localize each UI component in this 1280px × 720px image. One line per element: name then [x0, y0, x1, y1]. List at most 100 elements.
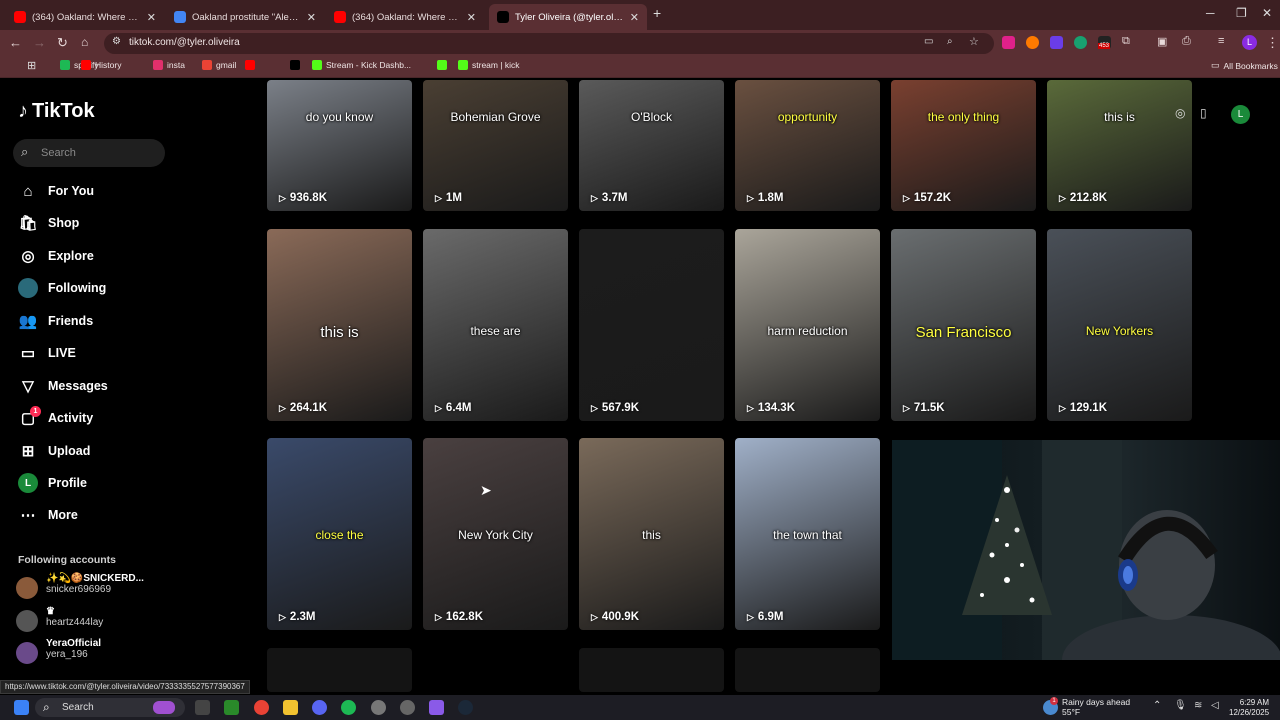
video-tile-partial[interactable] — [579, 648, 724, 692]
steam-icon[interactable] — [458, 700, 473, 715]
address-bar[interactable]: ⚙ tiktok.com/@tyler.oliveira ▭ ⌕ ☆ — [104, 33, 994, 54]
bookmark-item[interactable] — [245, 60, 255, 70]
browser-tab[interactable]: (364) Oakland: Where Every Cri ✕ — [326, 4, 484, 30]
discord-icon[interactable] — [312, 700, 327, 715]
user-avatar[interactable]: L — [1231, 105, 1250, 124]
bookmark-item[interactable]: gmail — [202, 60, 236, 70]
video-tile[interactable]: this is ▷ 212.8K — [1047, 80, 1192, 211]
chrome-icon[interactable] — [254, 700, 269, 715]
browser-tab[interactable]: Oakland prostitute "Alexis" - Go ✕ — [166, 4, 324, 30]
video-tile[interactable]: ▷ 567.9K — [579, 229, 724, 421]
compass-float-icon[interactable]: ◎ — [1175, 106, 1185, 120]
nav-item-profile[interactable]: L Profile — [18, 471, 87, 495]
video-tile[interactable]: opportunity ▷ 1.8M — [735, 80, 880, 211]
taskbar-search[interactable]: ⌕ Search — [35, 698, 185, 717]
nav-item-following[interactable]: Following — [18, 276, 106, 300]
zoom-icon[interactable]: ⌕ — [947, 36, 953, 47]
tiktok-logo[interactable]: ♪ TikTok — [18, 100, 95, 123]
browser-tab[interactable]: Tyler Oliveira (@tyler.oliveira) | ✕ — [489, 4, 647, 30]
bookmark-star-icon[interactable]: ☆ — [969, 35, 979, 48]
video-tile[interactable]: the only thing ▷ 157.2K — [891, 80, 1036, 211]
taskbar-clock[interactable]: 6:29 AM 12/26/2025 — [1229, 698, 1269, 718]
screenshot-icon[interactable]: ⎙ — [1182, 35, 1191, 48]
nav-item-activity[interactable]: ▢ 1 Activity — [18, 406, 93, 430]
spotify-icon[interactable] — [341, 700, 356, 715]
extension-icon[interactable] — [1074, 36, 1087, 49]
search-input[interactable]: ⌕ Search — [13, 139, 165, 167]
reading-list-icon[interactable]: ▣ — [1157, 35, 1167, 48]
nav-item-upload[interactable]: ⊞ Upload — [18, 439, 91, 463]
video-tile-partial[interactable] — [267, 648, 412, 692]
following-account[interactable]: ✨💫🍪SNICKERD... snicker696969 — [16, 573, 144, 599]
obs-icon[interactable] — [371, 700, 386, 715]
video-tile[interactable]: do you know ▷ 936.8K — [267, 80, 412, 211]
nav-item-more[interactable]: ⋯ More — [18, 503, 78, 527]
maximize-icon[interactable]: ❐ — [1236, 6, 1247, 20]
controller-icon[interactable] — [429, 700, 444, 715]
video-tile[interactable]: this ▷ 400.9K — [579, 438, 724, 630]
video-tile-partial[interactable] — [735, 648, 880, 692]
task-view-icon[interactable] — [195, 700, 210, 715]
video-tile[interactable]: the town that ▷ 6.9M — [735, 438, 880, 630]
tab-close-icon[interactable]: ✕ — [467, 11, 476, 24]
video-tile[interactable]: close the ▷ 2.3M — [267, 438, 412, 630]
new-tab-icon[interactable]: + — [653, 5, 661, 21]
bookmark-item[interactable] — [290, 60, 300, 70]
video-tile[interactable]: San Francisco ▷ 71.5K — [891, 229, 1036, 421]
grid-icon[interactable]: ⊞ — [27, 59, 36, 72]
nav-item-friends[interactable]: 👥 Friends — [18, 309, 94, 333]
profile-avatar[interactable]: L — [1242, 35, 1257, 50]
extension-icon[interactable] — [1026, 36, 1039, 49]
menu-kebab-icon[interactable]: ⋮ — [1266, 35, 1279, 51]
bookmark-item[interactable] — [437, 60, 447, 70]
site-info-icon[interactable]: ⚙ — [112, 36, 121, 47]
home-icon[interactable]: ⌂ — [81, 35, 88, 49]
video-tile[interactable]: New Yorkers ▷ 129.1K — [1047, 229, 1192, 421]
tab-close-icon[interactable]: ✕ — [147, 11, 156, 24]
video-tile[interactable]: New York City ▷ 162.8K — [423, 438, 568, 630]
bookmark-item[interactable]: History — [81, 60, 121, 70]
nvidia-icon[interactable] — [224, 700, 239, 715]
file-explorer-icon[interactable] — [283, 700, 298, 715]
video-tile[interactable]: harm reduction ▷ 134.3K — [735, 229, 880, 421]
video-tile[interactable]: Bohemian Grove ▷ 1M — [423, 80, 568, 211]
browser-tab[interactable]: (364) Oakland: Where Every Cri ✕ — [6, 4, 164, 30]
weather-widget[interactable]: Rainy days ahead 55°F — [1062, 697, 1130, 717]
video-tile[interactable]: O'Block ▷ 3.7M — [579, 80, 724, 211]
wifi-icon[interactable]: ≋ — [1194, 700, 1202, 711]
bookmark-item[interactable]: insta — [153, 60, 185, 70]
nav-item-messages[interactable]: ▽ Messages — [18, 374, 108, 398]
microphone-icon[interactable]: 🎙 — [1174, 700, 1187, 711]
reload-icon[interactable]: ↻ — [57, 35, 68, 51]
following-account[interactable]: YeraOfficial yera_196 — [16, 638, 101, 664]
tab-close-icon[interactable]: ✕ — [630, 11, 639, 24]
nav-item-explore[interactable]: ◎ Explore — [18, 244, 93, 268]
weather-icon[interactable]: 1 — [1043, 697, 1058, 715]
nav-item-live[interactable]: ▭ LIVE — [18, 341, 76, 365]
tray-chevron-icon[interactable]: ⌃ — [1153, 700, 1161, 711]
windows-start-icon[interactable] — [14, 700, 29, 715]
media-control-icon[interactable]: ≡ — [1218, 35, 1224, 47]
settings-icon[interactable] — [400, 700, 415, 715]
extension-badge-icon[interactable]: 453 — [1098, 36, 1111, 49]
account-text: ✨💫🍪SNICKERD... snicker696969 — [46, 573, 144, 595]
minimize-icon[interactable]: ─ — [1206, 6, 1215, 20]
tab-close-icon[interactable]: ✕ — [307, 11, 316, 24]
back-icon[interactable]: ← — [9, 35, 22, 50]
extensions-puzzle-icon[interactable]: ⧉ — [1122, 35, 1130, 48]
close-window-icon[interactable]: ✕ — [1262, 6, 1272, 20]
extension-icon[interactable] — [1002, 36, 1015, 49]
video-tile[interactable]: this is ▷ 264.1K — [267, 229, 412, 421]
extension-icon[interactable] — [1050, 36, 1063, 49]
nav-item-shop[interactable]: 🛍 Shop — [18, 211, 79, 235]
all-bookmarks[interactable]: ▭ All Bookmarks — [1211, 60, 1278, 71]
device-icon[interactable]: ▯ — [1200, 106, 1207, 120]
following-account[interactable]: ♛ heartz444lay — [16, 606, 103, 632]
volume-icon[interactable]: ◁ — [1211, 700, 1219, 711]
bookmark-item[interactable]: Stream - Kick Dashb... — [312, 60, 411, 70]
video-tile[interactable]: these are ▷ 6.4M — [423, 229, 568, 421]
forward-icon[interactable]: → — [33, 35, 46, 50]
nav-item-for-you[interactable]: ⌂ For You — [18, 179, 94, 203]
bookmark-item[interactable]: stream | kick — [458, 60, 520, 70]
cast-icon[interactable]: ▭ — [924, 36, 933, 47]
